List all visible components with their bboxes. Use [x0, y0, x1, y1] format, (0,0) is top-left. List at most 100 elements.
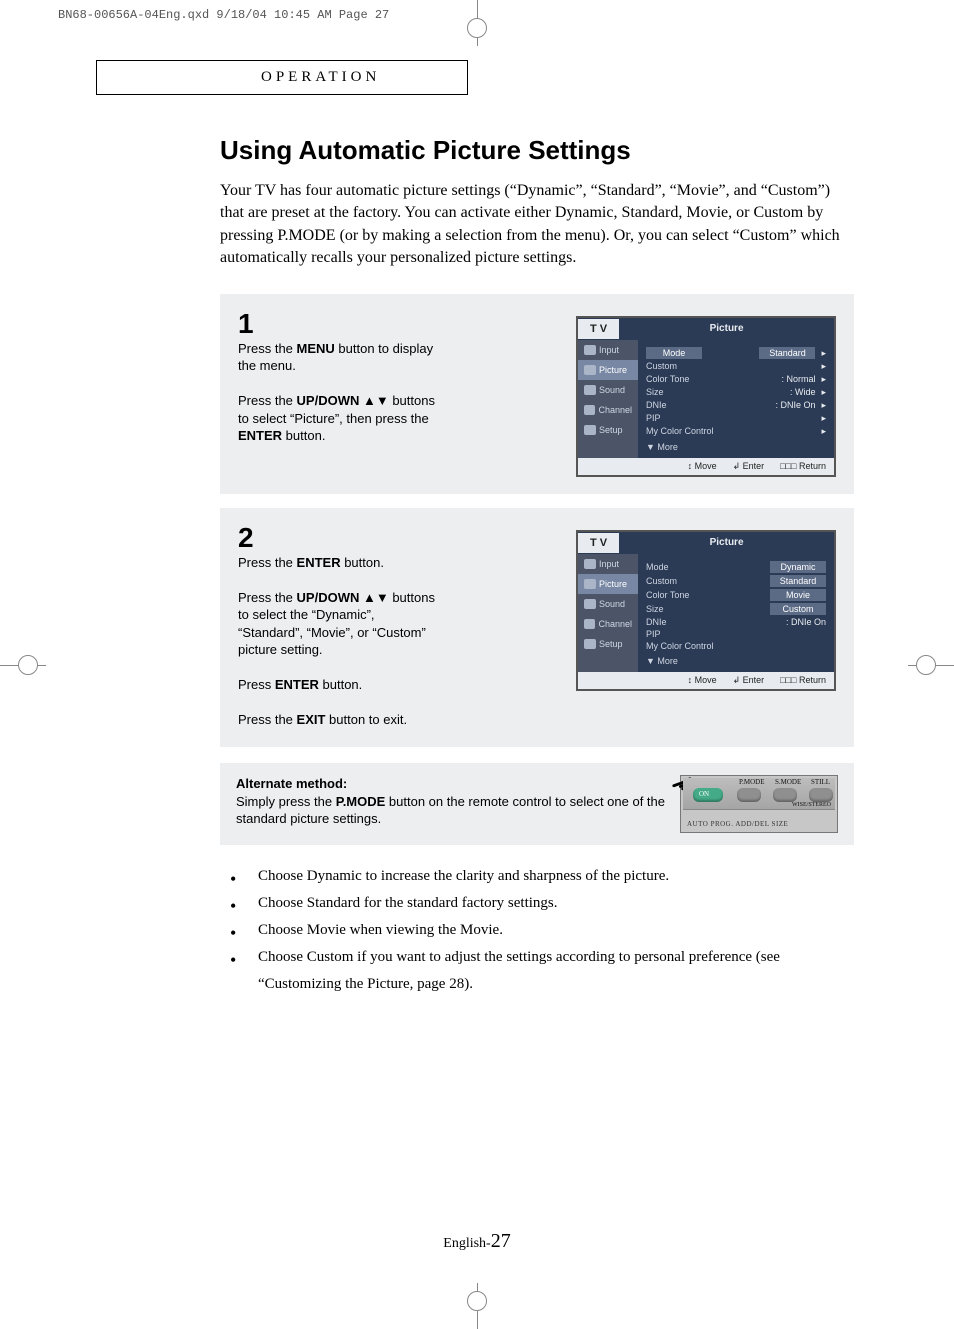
t: My Color Control — [646, 426, 714, 436]
remote-label-still: STILL — [811, 778, 830, 786]
step-1-box: 1 Press the MENU button to display the m… — [220, 294, 854, 494]
t: Press the — [238, 590, 297, 605]
osd-main: Mode Standard ▸ Custom ▸ Color Tone : Normal… — [638, 340, 834, 458]
intro-paragraph: Your TV has four automatic picture setti… — [220, 180, 854, 270]
page-footer: English-27 — [60, 1230, 894, 1253]
channel-icon — [584, 405, 595, 415]
arrow-icon: ▸ — [821, 413, 826, 424]
nav-input: Input — [578, 340, 638, 360]
t: Press the — [238, 712, 297, 727]
sound-icon — [584, 385, 596, 395]
t: My Color Control — [646, 641, 714, 651]
t: Press the — [238, 555, 297, 570]
t: Press the — [238, 393, 297, 408]
bullet-item: Choose Dynamic to increase the clarity a… — [258, 863, 854, 890]
crop-mark — [467, 1291, 487, 1311]
osd-tv-label: T V — [578, 319, 619, 339]
t: Color Tone — [646, 374, 689, 384]
t: Sound — [599, 599, 625, 609]
alternate-method-box: Alternate method: Simply press the P.MOD… — [220, 763, 854, 845]
arrow-icon: ▸ — [821, 387, 826, 397]
osd-more: ▼ More — [646, 438, 826, 452]
remote-still-button — [809, 788, 833, 802]
t: Channel — [598, 619, 632, 629]
step-1-text: Press the MENU button to display the men… — [238, 340, 438, 445]
t: ↕ Move — [688, 675, 717, 686]
t: button. — [319, 677, 362, 692]
crop-mark — [916, 655, 936, 675]
t: Input — [599, 345, 619, 355]
t: Standard — [759, 347, 815, 359]
osd-screenshot-2: T V Picture Input Picture Sound Channel … — [576, 530, 836, 691]
t: PIP — [646, 413, 661, 423]
bullet-list: Choose Dynamic to increase the clarity a… — [258, 863, 854, 998]
t: Custom — [646, 576, 677, 586]
t: Size — [646, 387, 664, 397]
nav-channel: Channel — [578, 400, 638, 420]
t: button. — [341, 555, 384, 570]
remote-smode-button — [773, 788, 797, 802]
operation-label: OPERATION — [261, 69, 380, 85]
remote-label-wise: WISE/STEREO — [792, 802, 831, 808]
t: button. — [282, 428, 325, 443]
t: ↲ Enter — [733, 461, 765, 472]
t: Movie — [770, 589, 826, 601]
t: : DNIe On — [775, 400, 815, 410]
t: Press — [238, 677, 275, 692]
t: Picture — [599, 579, 627, 589]
remote-label-on: ON — [699, 790, 709, 798]
setup-icon — [584, 425, 596, 435]
nav-setup: Setup — [578, 420, 638, 440]
t: Mode — [646, 347, 702, 359]
t: Custom — [646, 361, 677, 371]
input-icon — [584, 345, 596, 355]
remote-label-pmode: P.MODE — [739, 778, 764, 786]
remote-bottom-labels: AUTO PROG. ADD/DEL SIZE — [687, 820, 788, 828]
alt-heading: Alternate method: — [236, 776, 347, 791]
t: EXIT — [297, 712, 326, 727]
osd-tv-label: T V — [578, 533, 619, 553]
t: ↲ Enter — [733, 675, 765, 686]
bullet-item: Choose Custom if you want to adjust the … — [258, 944, 854, 998]
bullet-item: Choose Standard for the standard factory… — [258, 890, 854, 917]
t: Color Tone — [646, 590, 689, 600]
t: Size — [646, 604, 664, 614]
step-2-text: Press the ENTER button. Press the UP/DOW… — [238, 554, 438, 729]
nav-setup: Setup — [578, 634, 638, 654]
t: ↕ Move — [688, 461, 717, 472]
t: Press the — [238, 341, 297, 356]
t: MENU — [297, 341, 335, 356]
t: Channel — [598, 405, 632, 415]
t: UP/DOWN — [297, 590, 360, 605]
arrow-icon: ▸ — [821, 400, 826, 410]
channel-icon — [584, 619, 595, 629]
t: Setup — [599, 425, 623, 435]
t: Setup — [599, 639, 623, 649]
t: Simply press the — [236, 794, 336, 809]
t: ENTER — [297, 555, 341, 570]
osd-title: Picture — [619, 537, 834, 548]
t: Input — [599, 559, 619, 569]
picture-icon — [584, 365, 596, 375]
t: DNIe — [646, 400, 667, 410]
input-icon — [584, 559, 596, 569]
alternate-method-text: Alternate method: Simply press the P.MOD… — [236, 775, 666, 828]
t: PIP — [646, 629, 661, 639]
osd-nav: Input Picture Sound Channel Setup — [578, 554, 638, 672]
t: : DNIe On — [786, 617, 826, 627]
t: DNIe — [646, 617, 667, 627]
arrow-icon: ▸ — [821, 374, 826, 384]
crop-mark — [18, 655, 38, 675]
osd-footer: ↕ Move ↲ Enter □□□ Return — [578, 458, 834, 475]
t: : Normal — [781, 374, 815, 384]
nav-sound: Sound — [578, 380, 638, 400]
sound-icon — [584, 599, 596, 609]
t: button to exit. — [325, 712, 407, 727]
osd-main: ModeDynamic CustomStandard Color ToneMov… — [638, 554, 834, 672]
section-header: OPERATION — [96, 60, 468, 95]
t: Custom — [770, 603, 826, 615]
footer-lang: English- — [443, 1236, 490, 1251]
remote-pmode-button — [737, 788, 761, 802]
t: ENTER — [275, 677, 319, 692]
nav-picture: Picture — [578, 574, 638, 594]
